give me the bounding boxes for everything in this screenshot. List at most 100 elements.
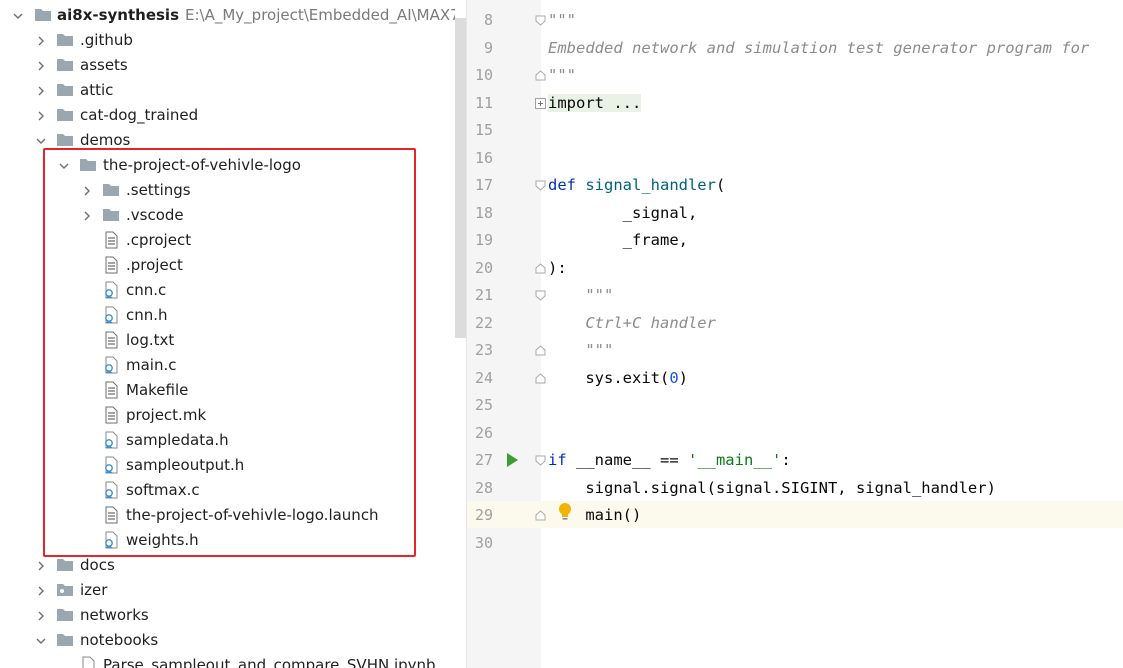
code-line[interactable]: """: [548, 282, 613, 309]
line-number: 30: [474, 533, 493, 552]
highlight-box: [43, 148, 416, 557]
tree-item[interactable]: networks: [0, 603, 455, 628]
fold-close-icon[interactable]: [535, 510, 546, 521]
chevron-right-icon[interactable]: [34, 53, 48, 78]
tree-item[interactable]: cat-dog_trained: [0, 103, 455, 128]
folder-icon: [56, 106, 74, 124]
chevron-right-icon[interactable]: [34, 28, 48, 53]
line-number: 16: [474, 148, 493, 167]
folder-icon: [56, 56, 74, 74]
code-token: signal_handler: [585, 176, 716, 194]
tree-item-label: assets: [80, 56, 128, 74]
line-number: 15: [474, 121, 493, 139]
fold-open-icon[interactable]: [535, 15, 546, 26]
folder-icon: [56, 606, 74, 624]
code-line[interactable]: """: [548, 337, 613, 364]
tree-item-label: attic: [80, 81, 114, 99]
code-token: __name__ ==: [576, 451, 688, 469]
fold-open-icon[interactable]: [535, 180, 546, 191]
project-name-text: ai8x-synthesis: [57, 6, 180, 24]
folder-icon: [56, 131, 74, 149]
code-token: Ctrl+C handler: [548, 313, 716, 332]
code-line[interactable]: ):: [548, 255, 567, 282]
tree-item[interactable]: izer: [0, 578, 455, 603]
fold-expand-icon[interactable]: [535, 97, 546, 109]
code-token: _signal,: [548, 203, 698, 222]
tree-item[interactable]: assets: [0, 53, 455, 78]
code-token: sys.exit(: [548, 368, 670, 387]
run-icon[interactable]: [505, 452, 519, 468]
tree-item[interactable]: notebooks: [0, 628, 455, 653]
tree-item[interactable]: Parse_sampleout_and_compare_SVHN.ipynb: [0, 653, 455, 668]
line-number: 9: [483, 38, 493, 57]
lightbulb-icon[interactable]: [557, 502, 573, 522]
chevron-right-icon[interactable]: [34, 78, 48, 103]
folder-icon: [34, 6, 52, 24]
line-number: 17: [474, 176, 493, 194]
code-token: ): [678, 368, 689, 387]
code-line[interactable]: """: [548, 62, 576, 89]
code-line[interactable]: """: [548, 7, 576, 34]
line-number: 22: [474, 313, 493, 332]
tree-item[interactable]: .github: [0, 28, 455, 53]
project-path: E:\A_My_project\Embedded_AI\MAX780: [185, 6, 455, 24]
project-name: ai8x-synthesis E:\A_My_project\Embedded_A…: [57, 3, 455, 28]
tree-item-label: izer: [80, 581, 108, 599]
code-token: _frame,: [548, 231, 688, 249]
code-token: def: [548, 176, 586, 194]
notebook-icon: [79, 656, 97, 668]
tree-item-label: notebooks: [80, 631, 159, 649]
code-line[interactable]: signal.signal(signal.SIGINT, signal_hand…: [548, 475, 996, 502]
folder-icon: [56, 556, 74, 574]
code-token: (: [715, 176, 726, 194]
code-line[interactable]: sys.exit(0): [548, 365, 688, 392]
tree-item-label: cat-dog_trained: [80, 106, 199, 124]
tree-item[interactable]: attic: [0, 78, 455, 103]
fold-close-icon[interactable]: [535, 372, 546, 384]
tree-item-label: networks: [80, 606, 149, 624]
code-line[interactable]: Embedded network and simulation test gen…: [548, 35, 1089, 62]
tree-item-label: .github: [80, 31, 133, 49]
code-token: """: [548, 11, 576, 29]
code-line[interactable]: if __name__ == '__main__':: [548, 447, 791, 474]
fold-close-icon[interactable]: [535, 345, 546, 356]
line-number: 18: [474, 203, 493, 222]
chevron-right-icon[interactable]: [34, 103, 48, 128]
line-number: 29: [474, 506, 493, 524]
chevron-down-icon[interactable]: [11, 3, 25, 28]
line-number: 21: [474, 286, 493, 304]
fold-close-icon[interactable]: [535, 70, 546, 81]
code-token: """: [548, 286, 614, 304]
code-line[interactable]: def signal_handler(: [548, 172, 725, 199]
code-token: signal.signal(signal.SIGINT, signal_hand…: [548, 478, 996, 497]
line-number: 28: [474, 478, 493, 497]
folder-icon: [56, 81, 74, 99]
tree-root[interactable]: ai8x-synthesis E:\A_My_project\Embedded_A…: [0, 3, 455, 28]
line-number: 11: [474, 93, 493, 112]
code-token: 0: [669, 368, 679, 387]
code-token: ):: [548, 258, 567, 277]
fold-open-icon[interactable]: [535, 290, 546, 301]
chevron-right-icon[interactable]: [34, 578, 48, 603]
fold-open-icon[interactable]: [535, 455, 546, 466]
line-number: 10: [474, 66, 493, 84]
code-line[interactable]: _signal,: [548, 200, 698, 227]
code-line[interactable]: Ctrl+C handler: [548, 310, 716, 337]
folder-icon: [56, 31, 74, 49]
code-line[interactable]: _frame,: [548, 227, 688, 254]
code-token: '__main__': [687, 451, 782, 469]
folder-icon: [56, 631, 74, 649]
line-number: 25: [474, 396, 493, 414]
chevron-down-icon[interactable]: [34, 628, 48, 653]
line-number: 24: [474, 368, 493, 387]
tree-scrollbar[interactable]: [455, 18, 466, 338]
chevron-right-icon[interactable]: [34, 603, 48, 628]
line-number: 23: [474, 341, 493, 359]
line-number: 19: [474, 231, 493, 249]
code-line[interactable]: import ...: [548, 90, 642, 117]
line-number: 27: [474, 451, 493, 469]
code-token: Embedded network and simulation test gen…: [548, 38, 1090, 57]
line-number: 20: [474, 258, 493, 277]
code-token: """: [548, 66, 576, 84]
fold-close-icon[interactable]: [535, 262, 546, 274]
